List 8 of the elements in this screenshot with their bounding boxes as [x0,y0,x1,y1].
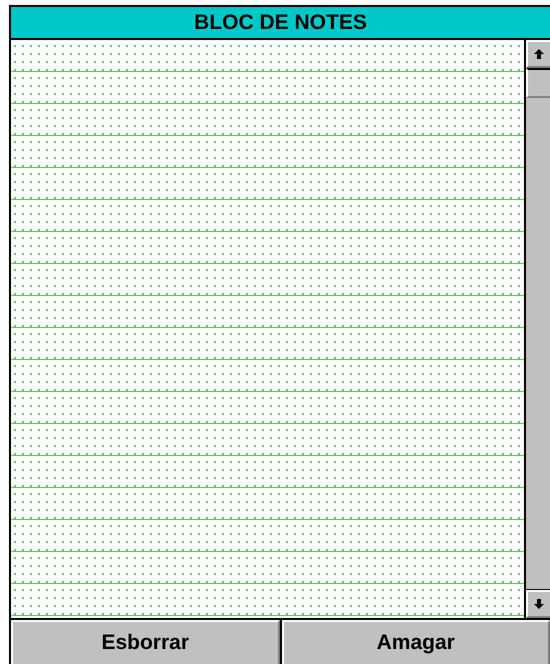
scroll-thumb[interactable] [526,68,550,98]
scroll-down-button[interactable] [526,590,550,618]
up-arrow-icon [533,48,545,60]
action-button[interactable]: Amagar [282,620,550,664]
scroll-up-button[interactable] [526,40,550,68]
action-button[interactable]: Esborrar [11,620,280,664]
down-arrow-icon [533,598,545,610]
window-title: BLOC DE NOTES [11,7,550,40]
